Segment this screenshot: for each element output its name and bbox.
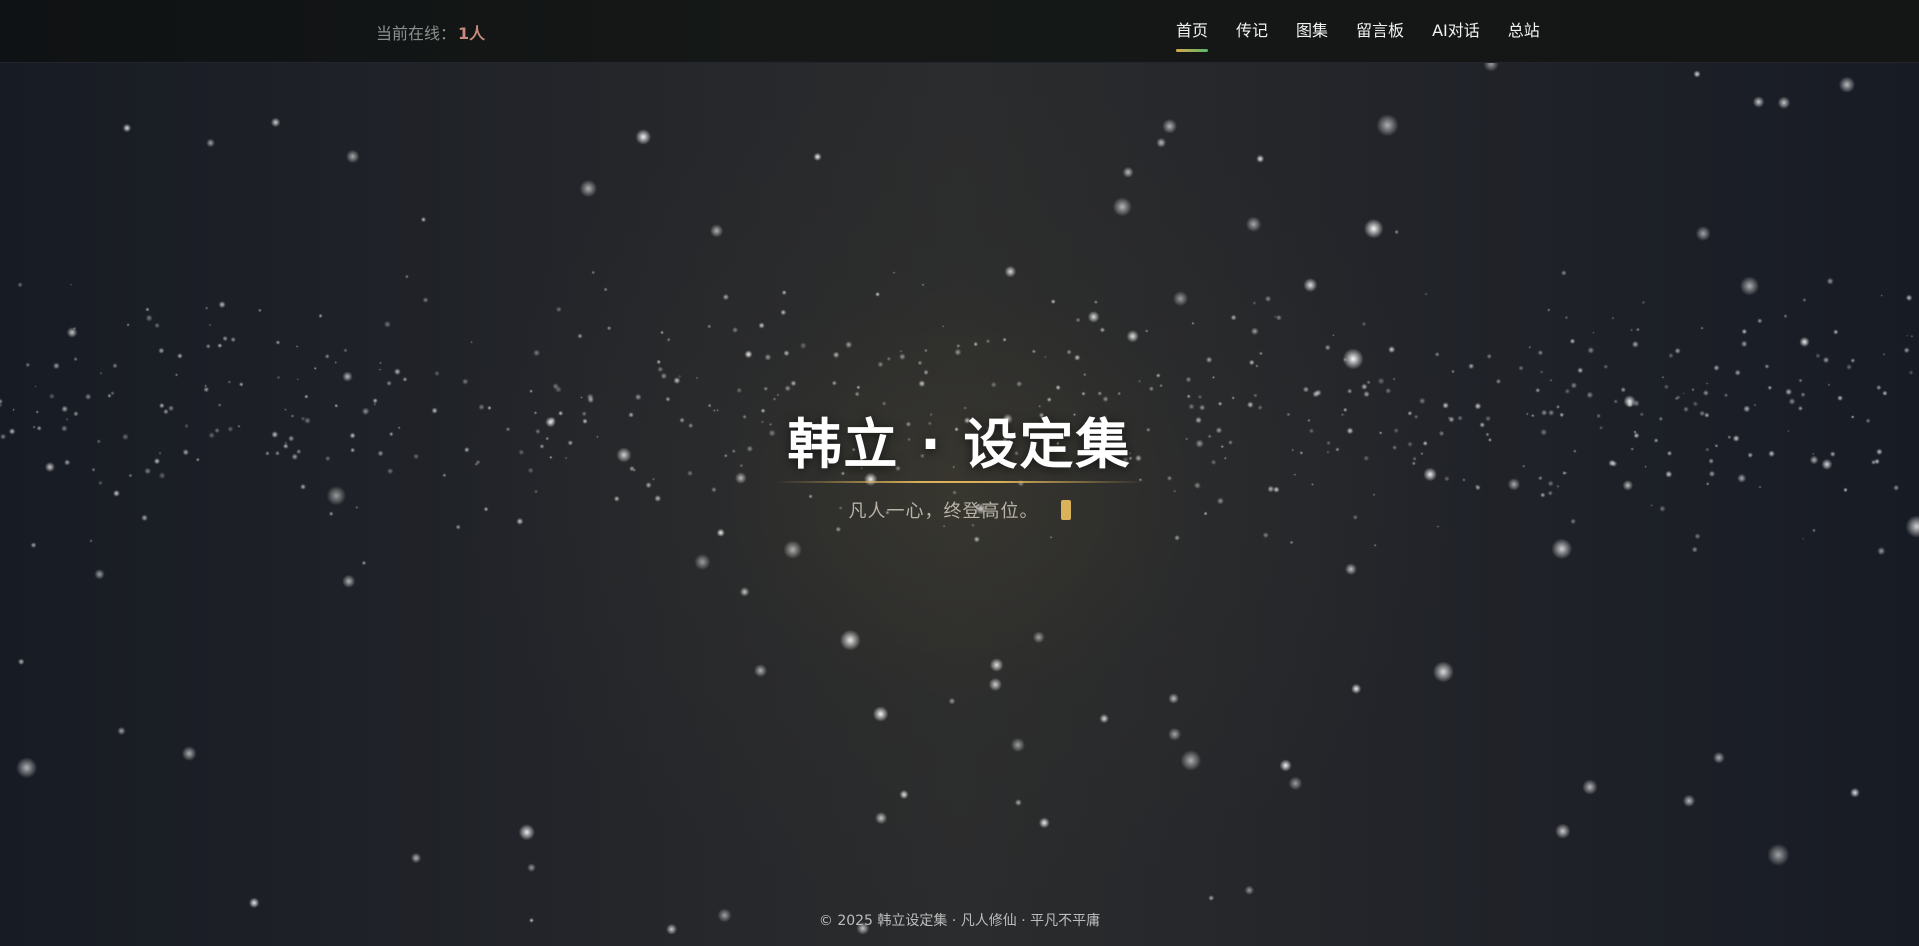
title-underline: [774, 481, 1145, 483]
nav-item-main-site[interactable]: 总站: [1508, 0, 1540, 62]
hero-subtitle: 凡人一心，终登高位。: [848, 501, 1039, 522]
nav-item-gallery[interactable]: 图集: [1296, 0, 1328, 62]
nav-item-ai-chat[interactable]: AI对话: [1432, 0, 1480, 62]
online-label: 当前在线：: [376, 24, 457, 43]
page: 当前在线： 1人 首页 传记 图集 留言板 AI对话 总站 韩立 · 设定集 凡人…: [0, 0, 1919, 946]
typing-cursor: [1060, 500, 1071, 520]
nav-item-message-board[interactable]: 留言板: [1356, 0, 1404, 62]
page-title: 韩立 · 设定集: [787, 413, 1132, 476]
main-nav: 首页 传记 图集 留言板 AI对话 总站: [1176, 0, 1568, 62]
online-status: 当前在线： 1人: [376, 20, 485, 44]
subtitle-row: 凡人一心，终登高位。: [0, 497, 1919, 523]
hero-section: 韩立 · 设定集 凡人一心，终登高位。: [0, 400, 1919, 523]
nav-item-biography[interactable]: 传记: [1236, 0, 1268, 62]
online-count: 1人: [458, 24, 486, 43]
top-navbar: 当前在线： 1人 首页 传记 图集 留言板 AI对话 总站: [0, 0, 1919, 63]
footer-text: © 2025 韩立设定集 · 凡人修仙 · 平凡不平庸: [818, 913, 1101, 929]
nav-item-home[interactable]: 首页: [1176, 0, 1209, 62]
